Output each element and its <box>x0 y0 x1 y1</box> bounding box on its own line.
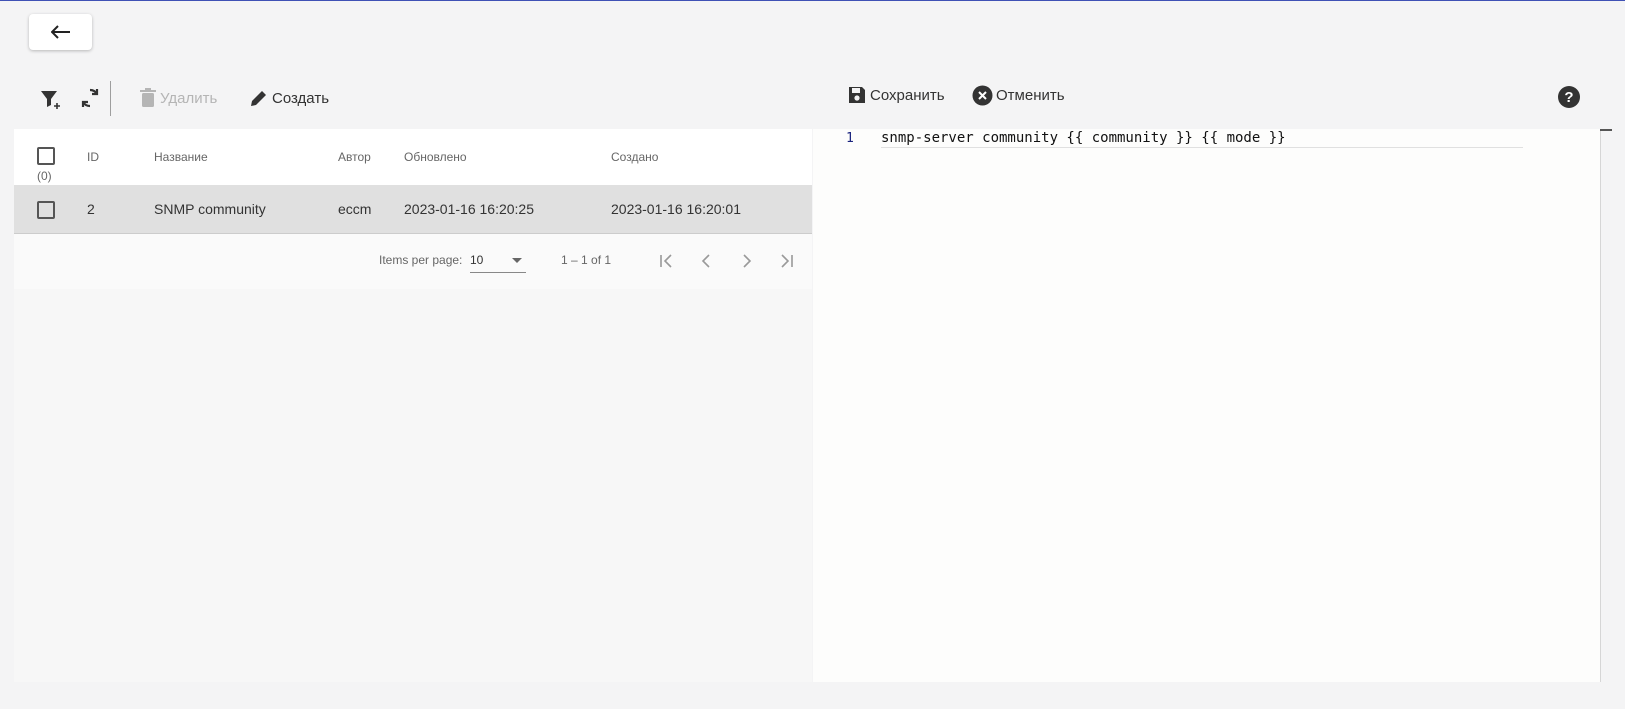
trash-icon <box>140 88 156 107</box>
cancel-label: Отменить <box>996 87 1065 104</box>
template-code-editor[interactable]: 1 snmp-server community {{ community }} … <box>813 129 1612 682</box>
floppy-disk-icon <box>849 87 865 103</box>
page-size-select[interactable]: 10 <box>470 250 526 273</box>
page-bottom <box>0 682 1625 709</box>
table-toolbar: Удалить Создать <box>0 76 812 120</box>
code-line[interactable]: snmp-server community {{ community }} {{… <box>881 130 1286 146</box>
delete-label: Удалить <box>160 89 218 107</box>
table-header: (0) ID Название Автор Обновлено Создано <box>14 129 812 185</box>
previous-page-button[interactable] <box>693 247 721 275</box>
cancel-button[interactable]: Отменить <box>972 85 1065 106</box>
sync-icon[interactable] <box>76 82 104 114</box>
page-size-value: 10 <box>470 253 484 267</box>
filter-add-icon[interactable] <box>36 82 64 114</box>
create-label: Создать <box>272 89 330 107</box>
items-per-page-label: Items per page: <box>379 253 463 267</box>
last-page-button[interactable] <box>772 247 800 275</box>
editor-scrollbar[interactable] <box>1600 129 1612 131</box>
selected-count: (0) <box>37 169 52 183</box>
save-button[interactable]: Сохранить <box>847 85 945 105</box>
pencil-icon <box>251 91 266 106</box>
paginator: Items per page: 10 1 – 1 of 1 <box>14 234 812 289</box>
cell-created: 2023-01-16 16:20:01 <box>611 201 741 217</box>
arrow-left-icon <box>50 25 70 39</box>
column-header-name[interactable]: Название <box>154 150 208 164</box>
close-circle-icon <box>972 85 993 106</box>
table-row[interactable]: 2 SNMP community eccm 2023-01-16 16:20:2… <box>14 185 812 234</box>
create-button[interactable]: Создать <box>250 81 329 115</box>
last-page-icon <box>781 254 793 268</box>
next-page-button[interactable] <box>732 247 760 275</box>
chevron-left-icon <box>701 254 710 268</box>
column-header-updated[interactable]: Обновлено <box>404 150 467 164</box>
cell-id: 2 <box>87 201 95 217</box>
first-page-icon <box>660 254 672 268</box>
chevron-right-icon <box>743 254 752 268</box>
select-all-checkbox[interactable] <box>37 147 55 165</box>
help-circle-icon[interactable]: ? <box>1558 86 1580 108</box>
caret-down-icon <box>512 258 522 263</box>
first-page-button[interactable] <box>653 247 681 275</box>
toolbar-divider <box>110 81 111 116</box>
cell-name: SNMP community <box>154 201 266 217</box>
templates-table: (0) ID Название Автор Обновлено Создано … <box>14 129 812 289</box>
table-empty-area <box>14 289 812 709</box>
row-checkbox[interactable] <box>37 201 55 219</box>
help-glyph: ? <box>1564 88 1574 106</box>
cell-updated: 2023-01-16 16:20:25 <box>404 201 534 217</box>
line-number: 1 <box>846 131 854 146</box>
delete-button[interactable]: Удалить <box>140 81 217 115</box>
back-button[interactable] <box>29 14 92 50</box>
cell-author: eccm <box>338 201 372 217</box>
column-header-created[interactable]: Создано <box>611 150 658 164</box>
column-header-author[interactable]: Автор <box>338 150 371 164</box>
page-range-label: 1 – 1 of 1 <box>561 253 612 267</box>
save-label: Сохранить <box>870 86 945 104</box>
top-accent-line <box>0 0 1625 1</box>
column-header-id[interactable]: ID <box>87 150 99 164</box>
